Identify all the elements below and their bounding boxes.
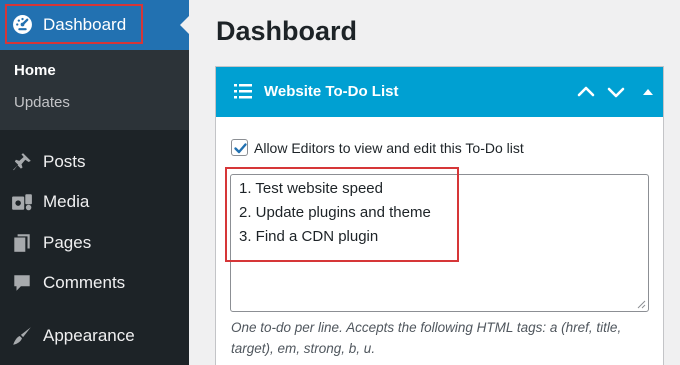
allow-editors-checkbox[interactable] (231, 139, 248, 156)
comment-icon (14, 275, 30, 291)
move-up-icon[interactable] (576, 82, 596, 102)
current-menu-arrow (180, 16, 189, 34)
sidebar-item-label: Media (43, 192, 90, 211)
sidebar-item-posts[interactable]: Posts (0, 144, 189, 180)
pin-icon (13, 153, 31, 171)
sidebar-item-label: Pages (43, 233, 92, 252)
sidebar-item-media[interactable]: Media (0, 184, 189, 220)
submenu-item-home[interactable]: Home (14, 62, 56, 80)
help-text: One to-do per line. Accepts the followin… (231, 320, 622, 356)
collapse-toggle-icon[interactable] (640, 84, 656, 100)
pages-icon (14, 234, 30, 252)
sidebar-item-label: Appearance (43, 326, 135, 345)
submenu-item-updates[interactable]: Updates (14, 94, 70, 112)
todo-highlight-box (225, 167, 459, 262)
sidebar-item-comments[interactable]: Comments (0, 265, 189, 301)
sidebar-item-label: Comments (43, 273, 126, 292)
todo-widget: Website To-Do List Allow Editors to view… (215, 66, 664, 365)
page-title: Dashboard (216, 16, 358, 46)
allow-editors-label[interactable]: Allow Editors to view and edit this To-D… (254, 139, 524, 157)
widget-header[interactable]: Website To-Do List (216, 67, 663, 117)
admin-sidebar: Dashboard Home Updates Posts Media Pages… (0, 0, 189, 365)
media-icon (12, 194, 32, 211)
sidebar-item-appearance[interactable]: Appearance (0, 318, 189, 354)
checkmark-icon (234, 143, 247, 154)
dashboard-highlight-box (5, 4, 143, 44)
move-down-icon[interactable] (606, 82, 626, 102)
list-icon (234, 84, 252, 99)
sidebar-item-pages[interactable]: Pages (0, 225, 189, 261)
brush-icon (13, 327, 31, 345)
sidebar-item-label: Posts (43, 152, 86, 171)
resize-handle-icon[interactable] (637, 300, 646, 309)
widget-title: Website To-Do List (264, 83, 399, 100)
